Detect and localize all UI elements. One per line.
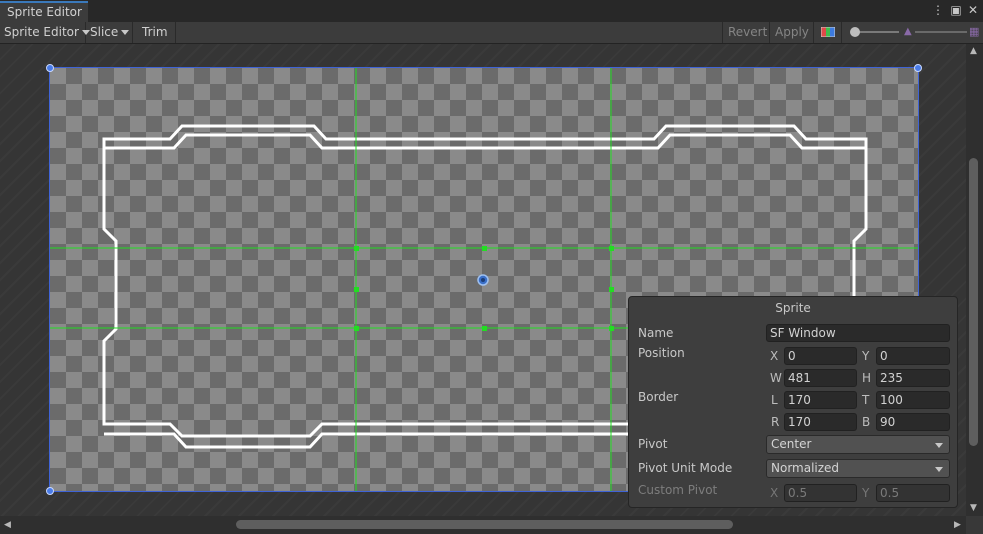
panel-title: Sprite <box>775 301 811 315</box>
border-l-label: L <box>771 393 778 407</box>
toolbar: Sprite Editor Slice Trim Revert Apply ▲ … <box>0 22 983 44</box>
custom-pivot-x-field[interactable]: 0.5 <box>784 484 857 502</box>
border-r-field[interactable]: 170 <box>784 413 857 431</box>
pivot-unit-mode-dropdown[interactable]: Normalized <box>766 459 950 478</box>
vertical-scrollbar[interactable]: ▲ ▼ <box>966 44 983 516</box>
close-icon[interactable]: ✕ <box>966 3 980 17</box>
horizontal-scrollbar[interactable]: ◀ ▶ <box>0 516 966 534</box>
slice-label: Slice <box>90 25 119 39</box>
border-handle <box>354 326 359 331</box>
tab-bar: Sprite Editor ⋮ ▣ ✕ <box>0 0 983 23</box>
scroll-down-icon[interactable]: ▼ <box>970 503 977 513</box>
vertical-scrollbar-thumb[interactable] <box>969 158 978 446</box>
apply-button[interactable]: Apply <box>770 22 814 43</box>
custom-pivot-x-label: X <box>770 486 779 500</box>
more-options-icon[interactable]: ⋮ <box>931 3 945 17</box>
border-t-field[interactable]: 100 <box>876 391 950 409</box>
custom-pivot-label: Custom Pivot <box>638 483 718 497</box>
border-l-field[interactable]: 170 <box>784 391 857 409</box>
frame-inner-outline <box>104 133 866 150</box>
trim-button[interactable]: Trim <box>133 22 176 43</box>
border-t-label: T <box>862 393 870 407</box>
corner-handle-tr <box>914 64 922 72</box>
slice-dropdown[interactable]: Slice <box>86 22 133 43</box>
border-handle <box>609 326 614 331</box>
border-handle <box>354 287 359 292</box>
tab-sprite-editor[interactable]: Sprite Editor <box>0 1 88 22</box>
pivot-handle-center <box>481 278 485 282</box>
color-channel-toggle[interactable] <box>814 22 842 43</box>
maximize-icon[interactable]: ▣ <box>949 3 963 17</box>
sprite-properties-panel: Sprite Name SF Window Position X 0 Y 0 W… <box>628 296 958 508</box>
zoom-slider-thumb[interactable] <box>850 27 860 37</box>
position-w-field[interactable]: 481 <box>784 369 857 387</box>
chevron-down-icon <box>935 443 943 448</box>
rgb-channels-icon <box>821 27 835 37</box>
mip-max-icon: ▦ <box>969 25 980 38</box>
pivot-dropdown[interactable]: Center <box>766 435 950 454</box>
border-b-field[interactable]: 90 <box>876 413 950 431</box>
mip-slider-track <box>915 31 967 33</box>
border-b-label: B <box>862 415 871 429</box>
mode-label: Sprite Editor <box>4 25 79 39</box>
pivot-label: Pivot <box>638 437 668 451</box>
corner-handle-tl <box>46 64 54 72</box>
mode-dropdown[interactable]: Sprite Editor <box>0 22 90 43</box>
pivot-value: Center <box>771 437 812 451</box>
position-h-label: H <box>862 371 872 385</box>
position-x-label: X <box>770 349 779 363</box>
horizontal-scrollbar-thumb[interactable] <box>236 520 733 529</box>
zoom-slider-track <box>855 31 899 33</box>
custom-pivot-y-field[interactable]: 0.5 <box>876 484 950 502</box>
pivot-unit-mode-value: Normalized <box>771 461 840 475</box>
chevron-down-icon <box>935 467 943 472</box>
position-x-field[interactable]: 0 <box>784 347 857 365</box>
position-label: Position <box>638 346 685 360</box>
position-h-field[interactable]: 235 <box>876 369 950 387</box>
scroll-left-icon[interactable]: ◀ <box>4 520 11 530</box>
zoom-slider[interactable]: ▲ ▦ <box>849 22 983 43</box>
border-r-label: R <box>771 415 780 429</box>
corner-handle-bl <box>46 487 54 495</box>
name-label: Name <box>638 326 674 340</box>
border-handle <box>354 246 359 251</box>
scroll-up-icon[interactable]: ▲ <box>970 46 977 56</box>
mip-level-icon: ▲ <box>904 26 912 37</box>
pivot-unit-mode-label: Pivot Unit Mode <box>638 461 733 475</box>
border-label: Border <box>638 390 679 404</box>
custom-pivot-y-label: Y <box>862 486 870 500</box>
revert-button[interactable]: Revert <box>722 22 770 43</box>
border-handle <box>609 287 614 292</box>
border-handle <box>482 326 487 331</box>
border-handle <box>482 246 487 251</box>
scroll-right-icon[interactable]: ▶ <box>954 520 961 530</box>
name-field[interactable]: SF Window <box>766 324 950 342</box>
position-w-label: W <box>770 371 782 385</box>
border-handle <box>609 246 614 251</box>
chevron-down-icon <box>121 30 130 35</box>
position-y-label: Y <box>862 349 870 363</box>
position-y-field[interactable]: 0 <box>876 347 950 365</box>
